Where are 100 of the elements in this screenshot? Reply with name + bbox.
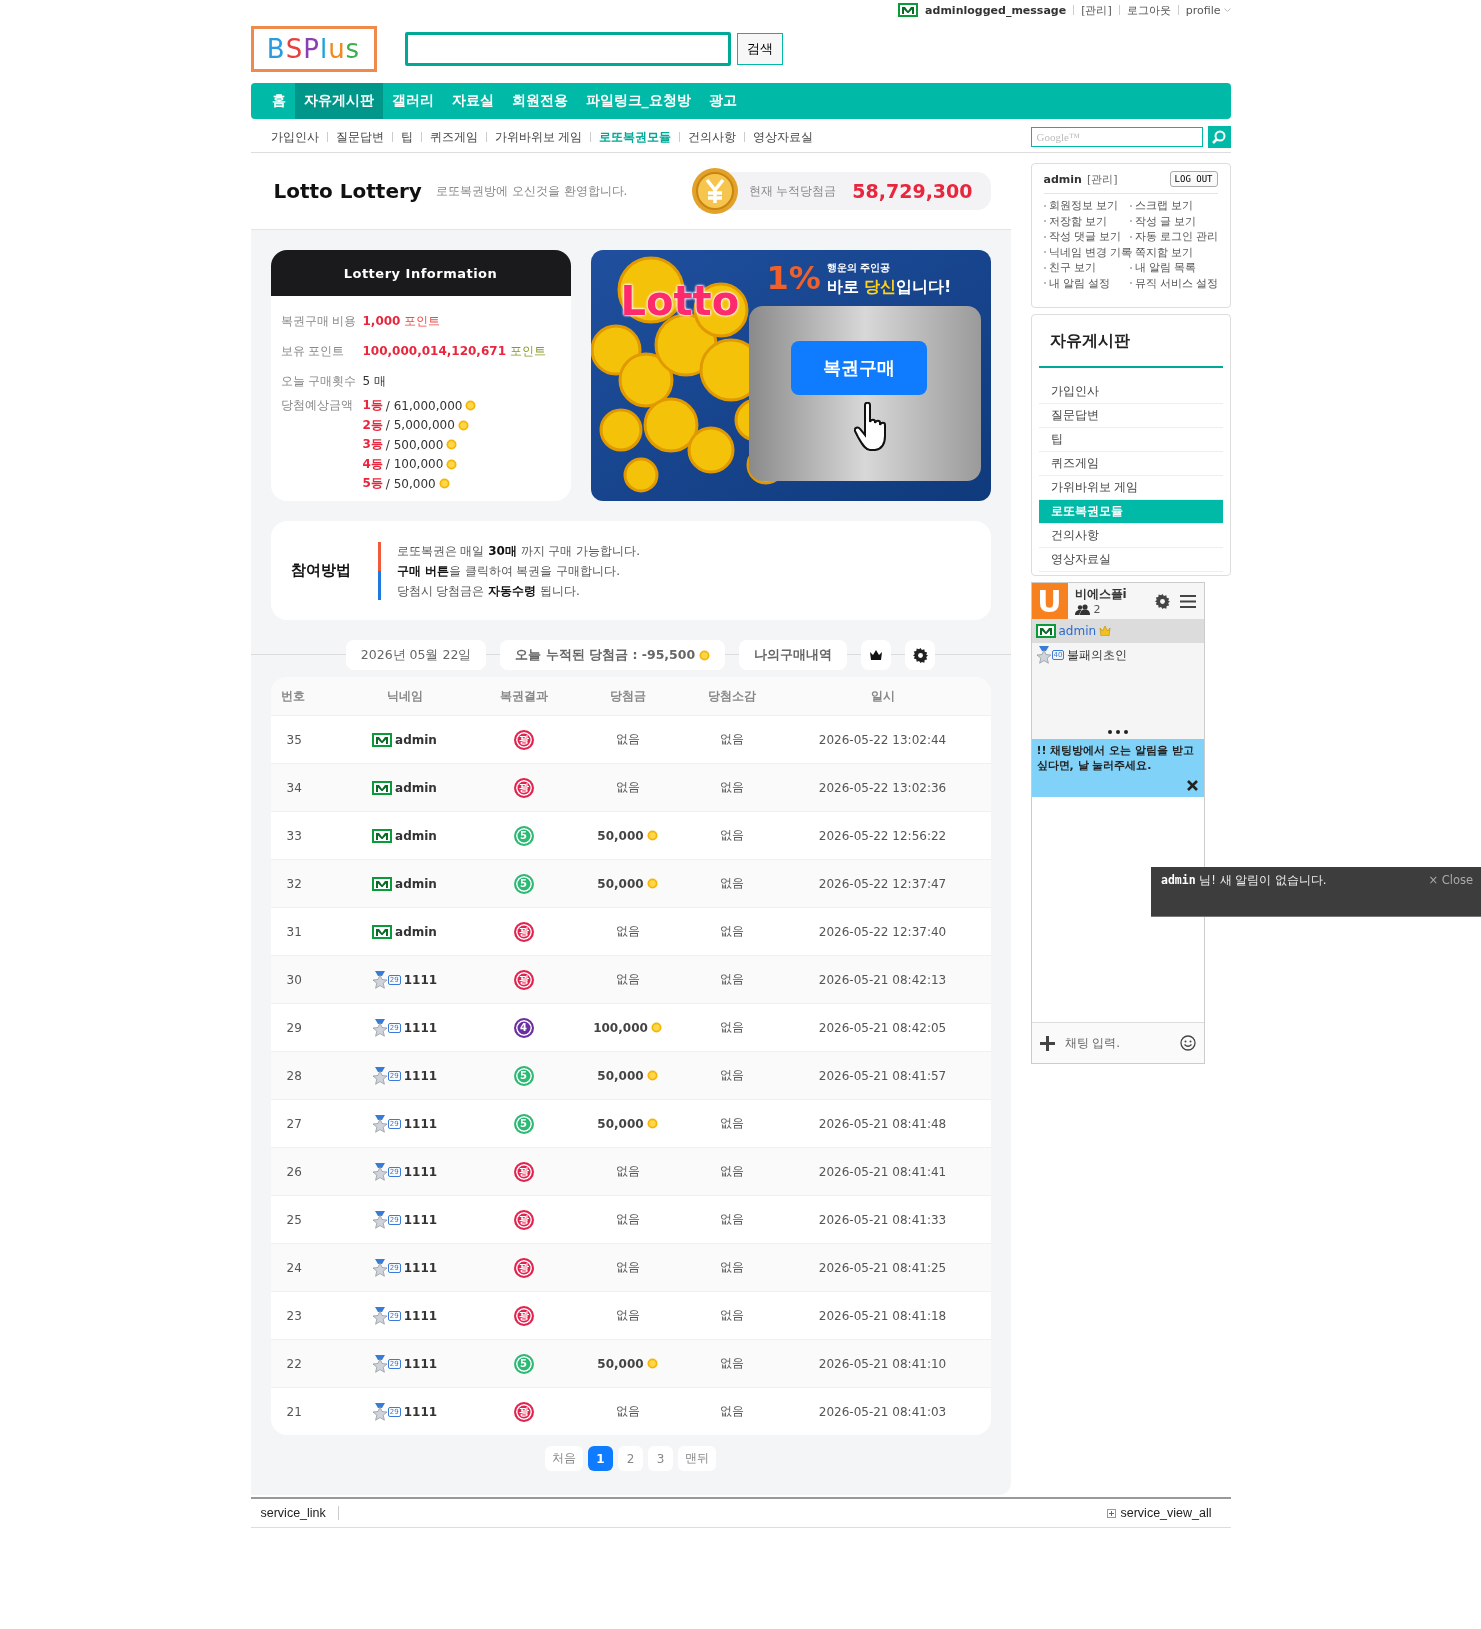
- row-number: 22: [285, 1356, 303, 1371]
- prize-amount: / 61,000,000: [385, 398, 463, 413]
- datetime-cell-text: 2026-05-22 12:37:40: [817, 924, 948, 939]
- subnav-link[interactable]: 가위바위보 게임: [485, 132, 591, 142]
- top-link[interactable]: profile: [1185, 3, 1231, 17]
- site-logo[interactable]: BSPlus: [250, 26, 377, 72]
- nickname: 1111: [403, 1164, 438, 1179]
- subnav-link[interactable]: 가입인사: [260, 132, 327, 142]
- badge-icon: [372, 828, 393, 843]
- smiley-icon[interactable]: [1179, 1035, 1196, 1051]
- coin-icon: [446, 458, 458, 470]
- nickname: admin: [395, 732, 437, 747]
- howto-title: 참여방법: [290, 561, 352, 580]
- subnav-link[interactable]: 팁: [391, 132, 421, 142]
- prize-amount: / 500,000: [385, 437, 444, 452]
- prize-rank: 4등: [362, 455, 383, 473]
- column-header: 당첨금: [608, 687, 647, 705]
- jackpot-label: 현재 누적당첨금: [748, 182, 837, 200]
- page-button[interactable]: 1: [588, 1446, 613, 1471]
- history-button[interactable]: 나의구매내역: [739, 640, 848, 670]
- nav-tab[interactable]: 자유게시판: [294, 83, 383, 119]
- settings-icon[interactable]: [1154, 593, 1170, 609]
- close-icon[interactable]: [1186, 780, 1198, 791]
- jackpot-amount: 58,729,300: [852, 180, 973, 202]
- search-button[interactable]: 검색: [736, 33, 783, 65]
- footer-link[interactable]: service_link: [260, 1506, 339, 1520]
- comment-cell-text: 없음: [718, 1019, 745, 1036]
- info-value: 100,000,014,120,671: [362, 344, 506, 358]
- nickname: admin: [395, 828, 437, 843]
- prize-rank: 1등: [362, 397, 383, 415]
- comment-cell-text: 없음: [718, 923, 745, 940]
- board-menu-item[interactable]: 질문답변: [1038, 404, 1223, 428]
- search-field[interactable]: [404, 32, 731, 66]
- caret-icon: [1223, 7, 1231, 13]
- datetime-cell-text: 2026-05-21 08:41:41: [817, 1164, 948, 1179]
- account-link[interactable]: 자동 로그인 관리: [1129, 229, 1219, 245]
- column-header: 일시: [869, 687, 896, 705]
- expand-icon: [1107, 1508, 1117, 1518]
- result-icon: 꽝: [513, 969, 534, 990]
- prize-amount: 없음: [615, 1211, 640, 1228]
- row-number: 31: [285, 924, 303, 939]
- result-icon: 5: [513, 873, 534, 894]
- menu-icon[interactable]: [1179, 594, 1196, 608]
- subnav-link[interactable]: 건의사항: [679, 132, 745, 142]
- notice-banner[interactable]: !! 채팅방에서 오는 알림을 받고싶다면, 날 눌러주세요.: [1031, 739, 1204, 797]
- nickname: admin: [395, 780, 437, 795]
- nickname: 1111: [403, 1308, 438, 1323]
- column-header: 번호: [279, 687, 306, 705]
- datetime-cell-text: 2026-05-22 12:37:47: [817, 876, 948, 891]
- info-value: 5 매: [362, 372, 386, 390]
- close-button[interactable]: × Close: [1428, 873, 1473, 887]
- plus-icon[interactable]: [1039, 1035, 1055, 1051]
- crown-icon[interactable]: [861, 640, 892, 670]
- datetime-cell-text: 2026-05-21 08:41:03: [817, 1404, 948, 1419]
- buy-button[interactable]: 복권구매: [790, 341, 927, 395]
- prize-amount: 없음: [615, 1259, 640, 1276]
- prize-amount: 100,000: [593, 1020, 648, 1035]
- page-button[interactable]: 3: [648, 1446, 673, 1471]
- board-menu-item[interactable]: 팁: [1038, 428, 1223, 452]
- coin-icon: [438, 478, 450, 490]
- result-icon: 5: [513, 1113, 534, 1134]
- result-icon: 5: [513, 1353, 534, 1374]
- logout-button[interactable]: LOG OUT: [1169, 171, 1218, 187]
- top-link[interactable]: [관리]: [1081, 2, 1112, 18]
- star-icon: [371, 1066, 388, 1085]
- board-menu-item[interactable]: 퀴즈게임: [1038, 452, 1223, 476]
- last-page-button[interactable]: 맨뒤: [678, 1446, 716, 1471]
- footer-link[interactable]: service_view_all: [1120, 1506, 1212, 1520]
- board-menu-item[interactable]: 가입인사: [1038, 380, 1223, 404]
- chat-member[interactable]: admin: [1031, 619, 1204, 643]
- settings-icon[interactable]: [905, 640, 936, 670]
- info-label: 복권구매 비용: [280, 312, 358, 330]
- badge-icon: [372, 732, 393, 747]
- board-menu-item[interactable]: 건의사항: [1038, 524, 1223, 548]
- prize-amount: 없음: [615, 779, 640, 796]
- chat-room-name: 비에스플i: [1074, 586, 1128, 603]
- admin-link[interactable]: [관리]: [1086, 171, 1170, 187]
- google-search-field[interactable]: Google™: [1030, 127, 1203, 147]
- nickname: 1111: [403, 1260, 438, 1275]
- subnav-link[interactable]: 퀴즈게임: [420, 132, 486, 142]
- prize-amount: 50,000: [597, 1116, 644, 1131]
- board-menu-item[interactable]: 영상자료실: [1038, 548, 1223, 572]
- more-icon[interactable]: [1106, 729, 1129, 735]
- comment-cell-text: 없음: [718, 1163, 745, 1180]
- page-button[interactable]: 2: [618, 1446, 643, 1471]
- member-name: admin: [1058, 624, 1097, 638]
- star-icon: [371, 1306, 388, 1325]
- star-icon: [371, 1402, 388, 1421]
- datetime-cell-text: 2026-05-21 08:41:18: [817, 1308, 948, 1323]
- top-link[interactable]: 로그아웃: [1126, 2, 1171, 18]
- comment-cell-text: 없음: [718, 731, 745, 748]
- prize-amount: 50,000: [597, 876, 644, 891]
- row-number: 33: [285, 828, 303, 843]
- unit-label: 포인트: [510, 342, 546, 360]
- subnav-link[interactable]: 질문답변: [326, 132, 392, 142]
- howto-line: 구매 버튼을 클릭하여 복권을 구매합니다.: [396, 562, 621, 580]
- crown-icon: [1099, 626, 1112, 636]
- howto-line: 당첨시 당첨금은 자동수령 됩니다.: [396, 582, 581, 600]
- first-page-button[interactable]: 처음: [545, 1446, 583, 1471]
- subnav-link[interactable]: 영상자료실: [744, 132, 822, 142]
